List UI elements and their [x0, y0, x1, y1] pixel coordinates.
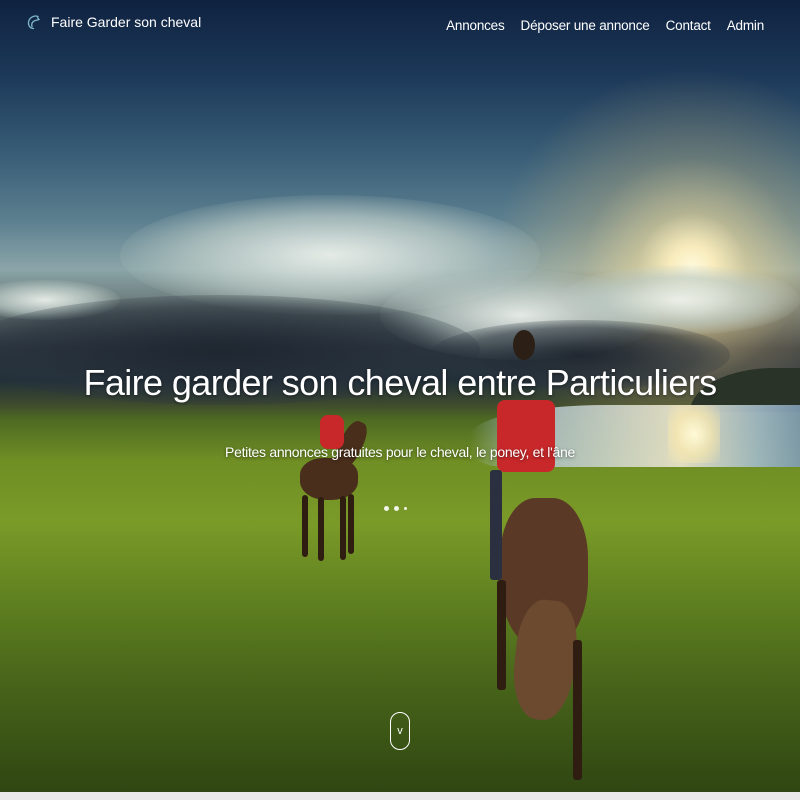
page-bottom-edge	[0, 792, 800, 800]
hero-subtitle: Petites annonces gratuites pour le cheva…	[225, 444, 575, 460]
carousel-indicators	[384, 506, 407, 511]
nav-menu: Annonces Déposer une annonce Contact Adm…	[446, 18, 764, 33]
nav-link-deposer-annonce[interactable]: Déposer une annonce	[521, 18, 650, 33]
navbar: Faire Garder son cheval Annonces Déposer…	[0, 0, 800, 54]
carousel-dot[interactable]	[404, 507, 407, 510]
scroll-down-button[interactable]: v	[390, 712, 410, 750]
carousel-dot[interactable]	[394, 506, 399, 511]
chevron-down-icon: v	[397, 725, 403, 737]
hero-title: Faire garder son cheval entre Particulie…	[83, 362, 717, 403]
nav-link-contact[interactable]: Contact	[666, 18, 711, 33]
horse-logo-icon	[27, 15, 41, 30]
hero-section: Faire Garder son cheval Annonces Déposer…	[0, 0, 800, 792]
carousel-dot[interactable]	[384, 506, 389, 511]
brand-name: Faire Garder son cheval	[51, 14, 202, 30]
nav-link-annonces[interactable]: Annonces	[446, 18, 505, 33]
nav-link-admin[interactable]: Admin	[727, 18, 764, 33]
brand-link[interactable]: Faire Garder son cheval	[26, 14, 201, 30]
